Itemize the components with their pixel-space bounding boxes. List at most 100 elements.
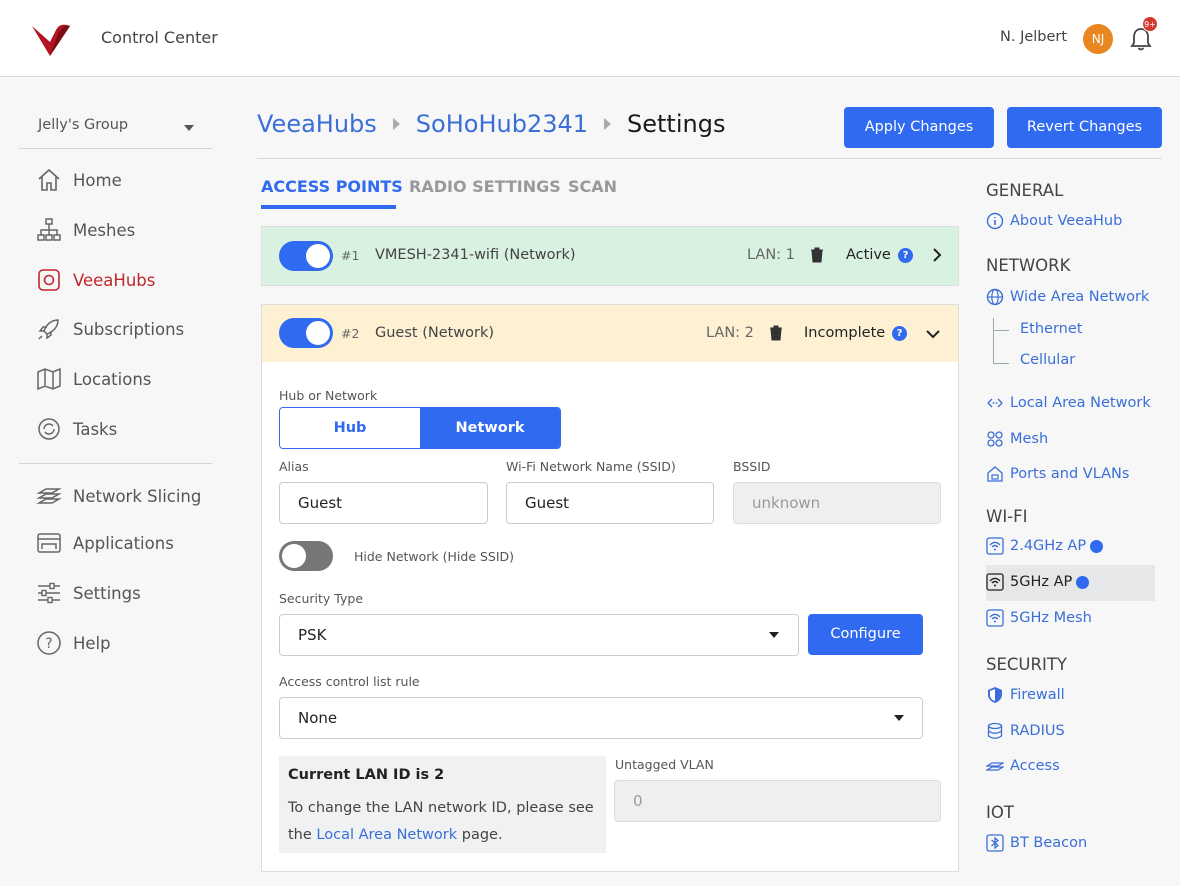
mesh-5ghz-link[interactable]: 5GHz Mesh (986, 609, 1092, 627)
access-link[interactable]: Access (986, 757, 1060, 775)
ap-5ghz-link[interactable]: 5GHz AP (986, 573, 1090, 591)
sidebar-item-label: VeeaHubs (73, 270, 156, 290)
section-iot: IOT (986, 803, 1014, 822)
radius-link[interactable]: RADIUS (986, 722, 1065, 740)
security-type-label: Security Type (279, 591, 364, 606)
tree-connector (993, 363, 1009, 364)
lan-info-title: Current LAN ID is 2 (288, 767, 445, 783)
alias-label: Alias (279, 459, 309, 474)
user-name[interactable]: N. Jelbert (1000, 29, 1067, 45)
bt-beacon-link[interactable]: BT Beacon (986, 834, 1087, 852)
about-veeahub-link[interactable]: About VeeaHub (986, 212, 1122, 230)
acl-label: Access control list rule (279, 674, 420, 689)
notification-badge: 9+ (1142, 16, 1158, 32)
hub-option-button[interactable]: Hub (280, 408, 420, 448)
ssid-input[interactable]: Guest (506, 482, 714, 524)
bssid-label: BSSID (733, 459, 771, 474)
ap-enable-toggle[interactable] (279, 318, 333, 348)
lan-info-text-after: page. (461, 827, 503, 843)
ethernet-link[interactable]: Ethernet (1020, 321, 1082, 337)
network-option-button[interactable]: Network (420, 408, 560, 448)
bssid-input: unknown (733, 482, 941, 524)
sidebar-item-veeahubs[interactable]: VeeaHubs (36, 265, 155, 295)
link-label: Wide Area Network (1010, 289, 1150, 305)
globe-icon (986, 288, 1004, 306)
layers-icon (986, 762, 1004, 771)
revert-changes-button[interactable]: Revert Changes (1007, 107, 1162, 148)
local-area-network-nav-link[interactable]: Local Area Network (986, 394, 1151, 412)
help-icon[interactable]: ? (892, 326, 907, 341)
ports-icon (987, 466, 1003, 482)
ap-name: VMESH-2341-wifi (Network) (375, 247, 576, 263)
link-label: BT Beacon (1010, 835, 1088, 851)
applications-icon (37, 533, 61, 553)
link-label: 5GHz AP (1010, 574, 1073, 590)
sidebar-item-help[interactable]: ? Help (36, 628, 111, 658)
lan-arrows-icon (987, 398, 1003, 408)
acl-select[interactable]: None (279, 697, 923, 739)
caret-down-icon (769, 632, 779, 638)
apply-changes-button[interactable]: Apply Changes (844, 107, 994, 148)
sidebar-item-tasks[interactable]: Tasks (36, 414, 117, 444)
ports-vlans-link[interactable]: Ports and VLANs (986, 465, 1129, 483)
configure-button[interactable]: Configure (808, 614, 923, 655)
sliders-icon (38, 582, 60, 604)
ap-number: #2 (341, 326, 360, 341)
tab-radio-settings[interactable]: RADIO SETTINGS (409, 177, 561, 196)
sidebar-divider (19, 148, 212, 149)
sidebar-item-applications[interactable]: Applications (36, 528, 174, 558)
hide-network-toggle[interactable] (279, 541, 333, 571)
page-title: Settings (627, 110, 726, 138)
active-tab-indicator (261, 205, 396, 209)
ap-lan: LAN: 2 (706, 325, 754, 341)
section-general: GENERAL (986, 181, 1064, 200)
tree-connector (993, 330, 1009, 331)
home-icon (38, 168, 60, 191)
status-dot (1090, 539, 1104, 553)
local-area-network-link[interactable]: Local Area Network (316, 827, 457, 843)
wifi-icon (986, 573, 1004, 591)
group-selector[interactable]: Jelly's Group (38, 117, 198, 133)
sidebar-item-subscriptions[interactable]: Subscriptions (36, 314, 184, 344)
sidebar-item-locations[interactable]: Locations (36, 364, 151, 394)
app-title: Control Center (101, 28, 218, 47)
header-divider (257, 158, 1162, 159)
breadcrumb-veeahubs[interactable]: VeeaHubs (257, 110, 377, 138)
map-icon (37, 367, 61, 391)
sidebar-divider (19, 463, 212, 464)
sidebar-item-label: Network Slicing (73, 486, 202, 506)
sidebar-item-meshes[interactable]: Meshes (36, 215, 135, 245)
link-label: Access (1010, 758, 1060, 774)
security-type-select[interactable]: PSK (279, 614, 799, 656)
ap-24ghz-link[interactable]: 2.4GHz AP (986, 537, 1104, 555)
chevron-right-icon[interactable] (930, 248, 944, 262)
trash-icon[interactable] (769, 325, 783, 341)
alias-input[interactable]: Guest (279, 482, 488, 524)
section-network: NETWORK (986, 256, 1071, 275)
chevron-right-icon (392, 118, 400, 130)
sidebar-item-label: Home (73, 170, 122, 190)
sidebar-item-settings[interactable]: Settings (36, 578, 141, 608)
bluetooth-icon (986, 834, 1004, 852)
mesh-link[interactable]: Mesh (986, 430, 1048, 448)
ap-lan: LAN: 1 (747, 247, 795, 263)
trash-icon[interactable] (810, 247, 824, 263)
brand-logo[interactable] (30, 22, 72, 58)
cellular-link[interactable]: Cellular (1020, 352, 1075, 368)
breadcrumb-hub[interactable]: SoHoHub2341 (416, 110, 588, 138)
caret-down-icon[interactable] (184, 125, 194, 131)
tab-access-points[interactable]: ACCESS POINTS (261, 177, 403, 196)
help-icon[interactable]: ? (898, 248, 913, 263)
chevron-down-icon[interactable] (926, 327, 940, 341)
link-label: Firewall (1010, 687, 1065, 703)
sidebar-item-label: Locations (73, 369, 152, 389)
sidebar-item-home[interactable]: Home (36, 165, 122, 195)
sidebar-item-network-slicing[interactable]: Network Slicing (36, 481, 201, 511)
wide-area-network-link[interactable]: Wide Area Network (986, 288, 1149, 306)
firewall-link[interactable]: Firewall (986, 686, 1065, 704)
tab-scan[interactable]: SCAN (568, 177, 617, 196)
avatar[interactable]: NJ (1083, 24, 1113, 54)
wifi-icon (986, 537, 1004, 555)
ap-status: Incomplete (804, 325, 886, 341)
ap-enable-toggle[interactable] (279, 241, 333, 271)
